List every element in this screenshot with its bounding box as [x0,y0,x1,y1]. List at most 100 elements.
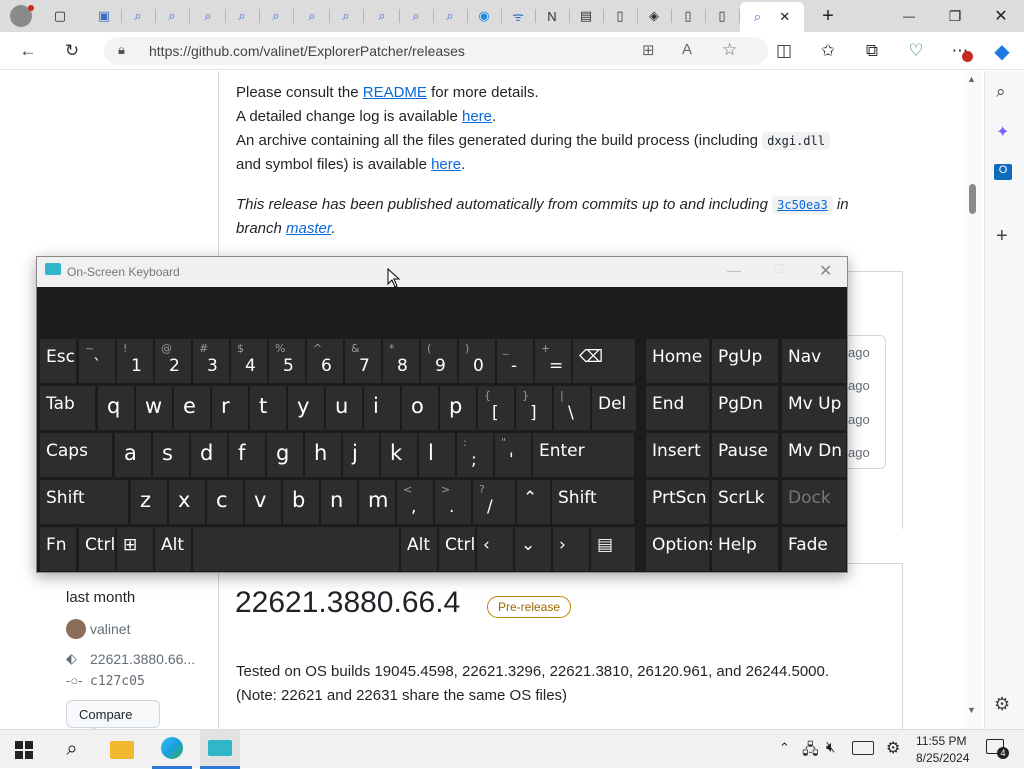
osk-key[interactable]: Home [646,339,709,383]
file-explorer-icon[interactable] [102,730,142,769]
osk-key[interactable]: u [326,386,362,430]
browser-tab[interactable]: ▯ [708,4,736,28]
url-text[interactable]: https://github.com/valinet/ExplorerPatch… [149,43,465,59]
readme-link[interactable]: README [363,84,427,101]
gear-icon[interactable]: ⚙ [886,738,900,758]
osk-key[interactable]: Alt [155,527,191,571]
author-avatar[interactable] [66,619,86,639]
osk-key[interactable]: Dock [782,480,846,524]
osk-key[interactable]: › [553,527,589,571]
osk-key[interactable]: Fade [782,527,846,571]
osk-key[interactable]: Caps [40,433,112,477]
osk-key[interactable]: + = [535,339,571,383]
browser-tab[interactable]: ⌕ [124,4,152,28]
changelog-link[interactable]: here [462,108,492,125]
browser-tab[interactable]: ⌕ [368,4,396,28]
osk-key[interactable]: z [131,480,167,524]
read-aloud-icon[interactable]: A [682,41,692,58]
scroll-thumb[interactable] [969,184,976,214]
osk-key[interactable]: f [229,433,265,477]
archive-link[interactable]: here [431,156,461,173]
osk-key[interactable]: Nav [782,339,846,383]
copilot-sidebar-icon[interactable]: ✦ [996,122,1009,142]
osk-key[interactable]: ^ 6 [307,339,343,383]
osk-key[interactable]: k [381,433,417,477]
osk-key[interactable]: m [359,480,395,524]
compare-button[interactable]: Compare ▼ [66,700,160,729]
osk-key[interactable] [193,527,399,571]
browser-tab[interactable]: ◉ [470,4,498,28]
edge-icon[interactable] [152,730,192,769]
osk-key[interactable]: & 7 [345,339,381,383]
osk-key[interactable]: (9 [421,339,457,383]
osk-key[interactable]: ‹ [477,527,513,571]
osk-key[interactable]: PrtScn [646,480,709,524]
osk-key[interactable]: ⌄ [515,527,551,571]
scroll-up-arrow[interactable]: ▲ [967,74,976,84]
browser-tab[interactable]: ▣ [90,4,118,28]
browser-tab[interactable]: ▯ [674,4,702,28]
browser-tab[interactable]: N [538,4,566,28]
release-tag[interactable]: 22621.3880.66... [90,651,195,667]
refresh-icon[interactable]: ↻ [58,37,86,65]
osk-key[interactable]: }] [516,386,552,430]
osk-key[interactable]: ! 1 [117,339,153,383]
osk-key[interactable]: :; [457,433,493,477]
browser-tab[interactable]: ⌕ [402,4,430,28]
osk-key[interactable]: p [440,386,476,430]
browser-tab[interactable]: ⌕ [158,4,186,28]
add-icon[interactable]: + [996,225,1008,248]
osk-key[interactable]: g [267,433,303,477]
osk-close-button[interactable]: ✕ [819,261,832,281]
browser-tab[interactable]: ⌕ [194,4,222,28]
osk-key[interactable]: {[ [478,386,514,430]
release-title[interactable]: 22621.3880.66.4 [235,586,460,620]
osk-key[interactable]: l [419,433,455,477]
network-icon[interactable]: 🖧︎ [802,739,819,764]
chevron-up-icon[interactable]: ⌃ [779,740,790,756]
osk-minimize-button[interactable]: — [727,262,741,278]
osk-key[interactable]: End [646,386,709,430]
browser-tab[interactable]: ◈ [640,4,668,28]
page-scrollbar[interactable]: ▲ ▼ [964,71,982,729]
osk-key[interactable]: ⊞ [117,527,153,571]
osk-key[interactable]: y [288,386,324,430]
branch-link[interactable]: master [286,220,331,237]
favorite-star-icon[interactable]: ☆ [722,40,737,60]
volume-muted-icon[interactable]: 🔇︎ [826,739,835,756]
osk-key[interactable]: ▤ [591,527,635,571]
osk-key[interactable]: Alt [401,527,437,571]
osk-maximize-button[interactable]: ☐ [773,262,784,276]
osk-key[interactable]: i [364,386,400,430]
address-bar[interactable]: 🔒︎ https://github.com/valinet/ExplorerPa… [104,37,768,65]
new-tab-button[interactable]: + [814,4,842,28]
browser-essentials-icon[interactable]: ♡ [902,37,930,65]
windows-start-icon[interactable] [4,730,44,769]
osk-key[interactable]: o [402,386,438,430]
osk-key[interactable]: Mv Up [782,386,846,430]
osk-key[interactable]: | \ [554,386,590,430]
clock-time[interactable]: 11:55 PM [916,734,966,748]
maximize-button[interactable]: ❐ [932,0,978,32]
outlook-icon[interactable]: O [994,164,1012,180]
osk-key[interactable]: v [245,480,281,524]
osk-key[interactable]: PgDn [712,386,778,430]
osk-key[interactable]: n [321,480,357,524]
osk-key[interactable]: c [207,480,243,524]
osk-key[interactable]: Mv Dn [782,433,846,477]
osk-key[interactable]: Tab [40,386,95,430]
osk-key[interactable]: _ - [497,339,533,383]
osk-key[interactable]: <, [397,480,433,524]
copilot-icon[interactable]: ◆ [988,37,1016,65]
minimize-button[interactable]: — [886,0,932,32]
osk-key[interactable]: q [98,386,134,430]
search-icon[interactable]: ⌕ [996,82,1006,102]
osk-key[interactable]: w [136,386,172,430]
osk-key[interactable]: j [343,433,379,477]
osk-key[interactable]: @2 [155,339,191,383]
gear-icon[interactable]: ⚙ [994,694,1010,715]
osk-key[interactable]: d [191,433,227,477]
osk-key[interactable]: $4 [231,339,267,383]
osk-key[interactable]: #3 [193,339,229,383]
osk-key[interactable]: PgUp [712,339,778,383]
